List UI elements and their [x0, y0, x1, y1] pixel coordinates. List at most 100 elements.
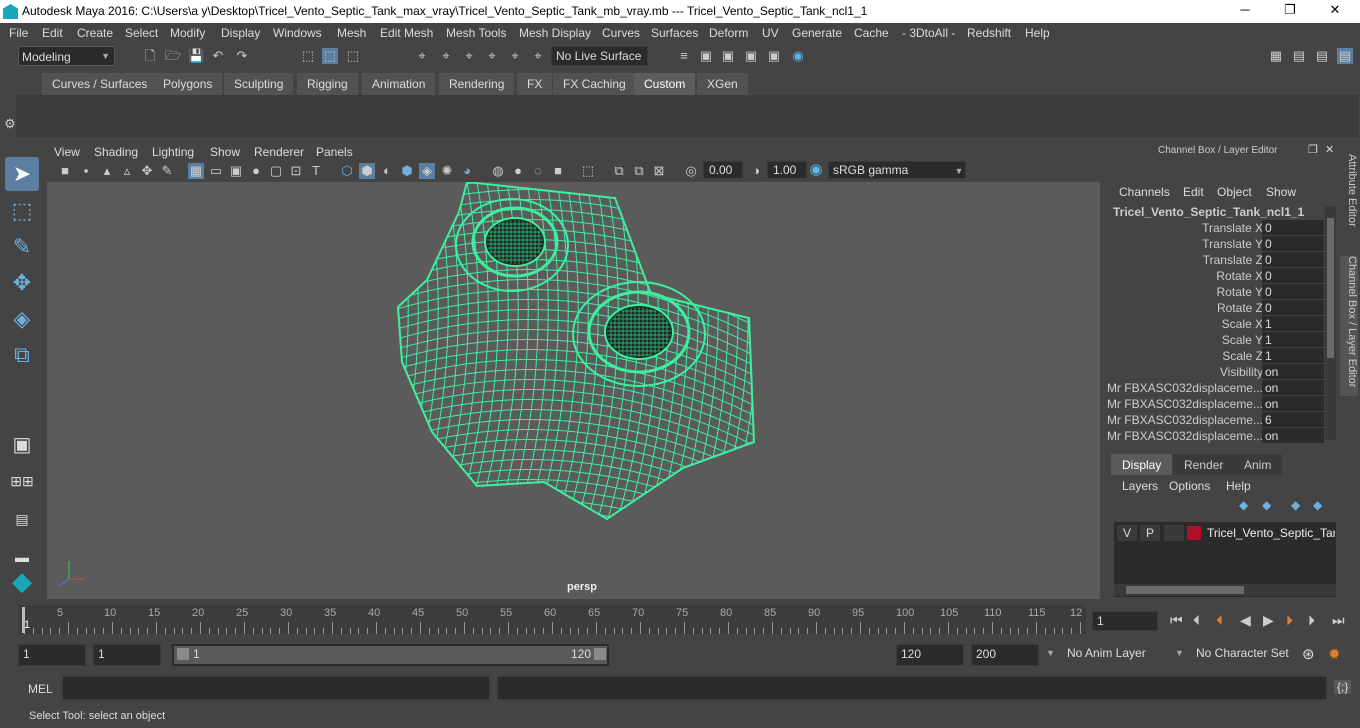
menu-3dtoall[interactable]: - 3DtoAll -: [902, 26, 955, 40]
channel-row[interactable]: Rotate Y0: [1105, 284, 1325, 300]
rotate-tool-icon[interactable]: ◈: [5, 302, 39, 336]
layer-menu-options[interactable]: Options: [1169, 479, 1210, 493]
channel-label[interactable]: Scale Z: [1222, 349, 1263, 363]
channel-row[interactable]: Mr FBXASC032displaceme... on: [1105, 380, 1325, 396]
menu-edit[interactable]: Edit: [42, 26, 63, 40]
step-back-key-icon[interactable]: ⏴: [1216, 612, 1223, 629]
channel-row[interactable]: Rotate X0: [1105, 268, 1325, 284]
channel-value[interactable]: 0: [1262, 252, 1324, 267]
snap-live-icon[interactable]: ⌖: [530, 48, 546, 64]
exposure-icon[interactable]: ◎: [683, 163, 699, 179]
new-layer-from-selected-icon[interactable]: ◆: [1262, 498, 1271, 512]
layer-name[interactable]: Tricel_Vento_Septic_Tank: [1207, 526, 1335, 540]
grease-pencil-icon[interactable]: ✎: [159, 163, 175, 179]
playback-start-field[interactable]: 1: [93, 644, 161, 666]
camera-attributes-icon[interactable]: ▪: [78, 163, 94, 179]
menu-surfaces[interactable]: Surfaces: [651, 26, 698, 40]
gamma-icon[interactable]: ◑: [748, 163, 764, 179]
isolate-select-icon[interactable]: ⬚: [580, 163, 596, 179]
tab-render[interactable]: Render: [1173, 454, 1235, 475]
channel-row[interactable]: Scale X1: [1105, 316, 1325, 332]
history-icon[interactable]: ≡: [676, 48, 692, 64]
channel-label[interactable]: Scale X: [1222, 317, 1263, 331]
timeline[interactable]: 5 10 15 20 25 30 35 40 45 50 55 60 65 70 75 80 85 90 95 100…: [18, 605, 1086, 634]
character-set-dropdown[interactable]: No Character Set: [1192, 644, 1296, 666]
channel-row[interactable]: Rotate Z0: [1105, 300, 1325, 316]
safe-action-icon[interactable]: ⊡: [288, 163, 304, 179]
resolution-gate-icon[interactable]: ▣: [228, 163, 244, 179]
cb-menu-edit[interactable]: Edit: [1183, 185, 1204, 199]
menu-cache[interactable]: Cache: [854, 26, 889, 40]
tab-channel-box-layer-editor[interactable]: Channel Box / Layer Editor: [1340, 256, 1358, 396]
channel-value[interactable]: on: [1262, 380, 1324, 395]
layer-row[interactable]: V P Tricel_Vento_Septic_Tank: [1114, 524, 1336, 542]
tab-sculpting[interactable]: Sculpting: [224, 73, 294, 95]
range-start-handle[interactable]: [177, 648, 189, 660]
tab-attribute-editor[interactable]: Attribute Editor: [1340, 154, 1358, 227]
channel-value[interactable]: 0: [1262, 236, 1324, 251]
single-view-layout-icon[interactable]: ▣: [5, 428, 39, 462]
modeling-toolkit-icon[interactable]: ▤: [1291, 48, 1307, 64]
gamma-field[interactable]: 1.00: [767, 161, 807, 179]
tab-curves-surfaces[interactable]: Curves / Surfaces: [42, 73, 158, 95]
viewport-menu-lighting[interactable]: Lighting: [152, 145, 194, 159]
tab-rigging[interactable]: Rigging: [297, 73, 358, 95]
channel-value[interactable]: 1: [1262, 332, 1324, 347]
xray-icon[interactable]: ■: [550, 163, 566, 179]
wireframe-on-shaded-icon[interactable]: ◐: [379, 163, 395, 179]
snap-surface-icon[interactable]: ⌖: [507, 48, 523, 64]
redo-icon[interactable]: ↷: [234, 48, 250, 64]
menu-select[interactable]: Select: [125, 26, 158, 40]
save-scene-icon[interactable]: 💾: [188, 48, 204, 64]
xray-joints-icon[interactable]: ⧉: [611, 163, 627, 179]
tab-fx[interactable]: FX: [517, 73, 553, 95]
menu-file[interactable]: File: [9, 26, 28, 40]
end-time-field[interactable]: 200: [971, 644, 1039, 666]
menu-generate[interactable]: Generate: [792, 26, 842, 40]
layer-playback-toggle[interactable]: P: [1140, 525, 1160, 541]
playback-end-field[interactable]: 120: [896, 644, 964, 666]
character-set-chevron-icon[interactable]: ▼: [1175, 648, 1184, 658]
gate-mask-icon[interactable]: ●: [248, 163, 264, 179]
channel-row[interactable]: Translate Z0: [1105, 252, 1325, 268]
outliner-layout-icon[interactable]: ▤: [5, 502, 39, 536]
current-time-indicator[interactable]: [22, 607, 25, 633]
start-time-field[interactable]: 1: [18, 644, 86, 666]
float-panel-icon[interactable]: ❐: [1308, 143, 1318, 156]
go-to-start-icon[interactable]: ⏮: [1170, 612, 1183, 629]
script-editor-icon[interactable]: {;}: [1334, 680, 1352, 694]
channel-value[interactable]: 0: [1262, 220, 1324, 235]
layer-visibility-toggle[interactable]: V: [1117, 525, 1137, 541]
tab-display[interactable]: Display: [1111, 454, 1173, 475]
channel-label[interactable]: Translate Z: [1203, 253, 1263, 267]
channel-row[interactable]: Mr FBXASC032displaceme... on: [1105, 428, 1325, 444]
motion-blur-icon[interactable]: ◍: [490, 163, 506, 179]
move-layer-down-icon[interactable]: ◆: [1313, 498, 1322, 512]
lasso-tool-icon[interactable]: ⬚: [5, 194, 39, 228]
move-tool-icon[interactable]: ✥: [5, 266, 39, 300]
film-gate-icon[interactable]: ▭: [208, 163, 224, 179]
channel-label[interactable]: Scale Y: [1222, 333, 1263, 347]
use-all-lights-icon[interactable]: ◈: [419, 163, 435, 179]
four-view-layout-icon[interactable]: ⊞⊞: [5, 464, 39, 498]
wireframe-icon[interactable]: ⬡: [339, 163, 355, 179]
ipr-render-icon[interactable]: ▣: [743, 48, 759, 64]
channel-label[interactable]: Mr FBXASC032displaceme...: [1107, 381, 1263, 395]
menu-display[interactable]: Display: [221, 26, 260, 40]
channel-label[interactable]: Rotate X: [1216, 269, 1263, 283]
channel-value[interactable]: 1: [1262, 316, 1324, 331]
command-input[interactable]: [62, 676, 490, 700]
channel-value[interactable]: 1: [1262, 348, 1324, 363]
tab-custom[interactable]: Custom: [634, 73, 696, 95]
menu-modify[interactable]: Modify: [170, 26, 205, 40]
mode-selector[interactable]: Modeling ▼: [18, 46, 115, 66]
render-settings-icon[interactable]: ▣: [766, 48, 782, 64]
shadows-icon[interactable]: ✺: [439, 163, 455, 179]
range-end-handle[interactable]: [594, 648, 606, 660]
select-component-icon[interactable]: ⬚: [345, 48, 361, 64]
channel-value[interactable]: 0: [1262, 268, 1324, 283]
viewport-menu-renderer[interactable]: Renderer: [254, 145, 304, 159]
minimize-button[interactable]: ─: [1230, 2, 1260, 20]
play-backwards-icon[interactable]: ◀: [1240, 612, 1251, 629]
exposure-field[interactable]: 0.00: [703, 161, 743, 179]
